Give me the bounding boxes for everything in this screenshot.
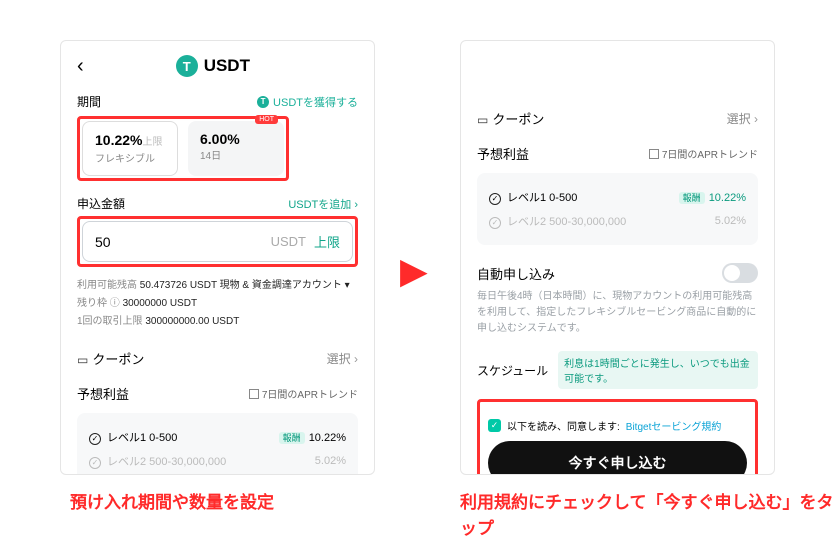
terms-link[interactable]: Bitgetセービング規約 <box>626 418 722 433</box>
check-icon-disabled: ✓ <box>89 457 101 469</box>
auto-subscribe-label: 自動申し込み <box>477 264 555 283</box>
flow-arrow-icon: ▶ <box>400 250 428 292</box>
hot-badge: HOT <box>255 115 278 124</box>
apr-trend-link[interactable]: 7日間のAPRトレンド <box>649 146 758 161</box>
coupon-row[interactable]: ▭クーポン 選択 › <box>477 109 758 128</box>
caption-left: 預け入れ期間や数量を設定 <box>70 490 274 516</box>
coupon-icon: ▭ <box>477 113 488 127</box>
tier-box: ✓レベル1 0-500 報酬10.22% ✓レベル2 500-30,000,00… <box>77 413 358 475</box>
amount-unit: USDT <box>271 234 306 249</box>
apr-trend-link[interactable]: 7日間のAPRトレンド <box>249 386 358 401</box>
tier-box: ✓レベル1 0-500 報酬10.22% ✓レベル2 500-30,000,00… <box>477 173 758 245</box>
tether-icon: T <box>176 55 198 77</box>
caption-right: 利用規約にチェックして「今すぐ申し込む」をタップ <box>460 490 840 541</box>
check-icon: ✓ <box>89 433 101 445</box>
amount-input[interactable] <box>95 234 195 250</box>
amount-max-button[interactable]: 上限 <box>314 232 340 251</box>
coupon-row[interactable]: ▭クーポン 選択 › <box>77 349 358 368</box>
screen-subscribe-confirm: ▭クーポン 選択 › 予想利益 7日間のAPRトレンド ✓レベル1 0-500 … <box>460 40 775 475</box>
chart-icon <box>249 389 259 399</box>
check-icon-disabled: ✓ <box>489 217 501 229</box>
add-usdt-link[interactable]: USDTを追加 › <box>288 196 358 212</box>
period-option-flexible[interactable]: 10.22%上限 フレキシブル <box>82 121 178 176</box>
agree-text: 以下を読み、同意します: <box>507 418 620 433</box>
reward-badge: 報酬 <box>279 432 305 444</box>
amount-meta: 利用可能残高 50.473726 USDT 現物 & 資金調達アカウント ▾ 残… <box>77 277 358 331</box>
tether-mini-icon: T <box>257 96 269 108</box>
highlight-agree-cta: ✓ 以下を読み、同意します: Bitgetセービング規約 今すぐ申し込む <box>477 399 758 475</box>
asset-symbol: USDT <box>204 56 250 76</box>
est-profit-label: 予想利益 <box>77 384 129 403</box>
subscribe-button[interactable]: 今すぐ申し込む <box>488 441 747 475</box>
check-icon: ✓ <box>489 193 501 205</box>
schedule-note: 利息は1時間ごとに発生し、いつでも出金可能です。 <box>558 351 758 389</box>
highlight-period: 10.22%上限 フレキシブル HOT 6.00% 14日 <box>77 116 289 181</box>
est-profit-label: 予想利益 <box>477 144 529 163</box>
auto-subscribe-desc: 毎日午後4時（日本時間）に、現物アカウントの利用可能残高を利用して、指定したフレ… <box>477 289 758 337</box>
screen-subscribe-settings: ‹ T USDT 期間 T USDTを獲得する 10.22%上限 フレキシブル … <box>60 40 375 475</box>
period-option-14d[interactable]: HOT 6.00% 14日 <box>188 121 284 176</box>
agree-checkbox[interactable]: ✓ <box>488 419 501 432</box>
reward-badge: 報酬 <box>679 192 705 204</box>
auto-subscribe-toggle[interactable] <box>722 263 758 283</box>
chart-icon <box>649 149 659 159</box>
earn-usdt-link[interactable]: T USDTを獲得する <box>257 94 358 110</box>
period-label: 期間 <box>77 93 101 110</box>
amount-label: 申込金額 <box>77 195 125 212</box>
schedule-label: スケジュール <box>477 362 548 379</box>
back-icon[interactable]: ‹ <box>77 56 84 76</box>
coupon-icon: ▭ <box>77 353 88 367</box>
amount-input-row: USDT 上限 <box>82 221 353 262</box>
highlight-amount: USDT 上限 <box>77 216 358 267</box>
